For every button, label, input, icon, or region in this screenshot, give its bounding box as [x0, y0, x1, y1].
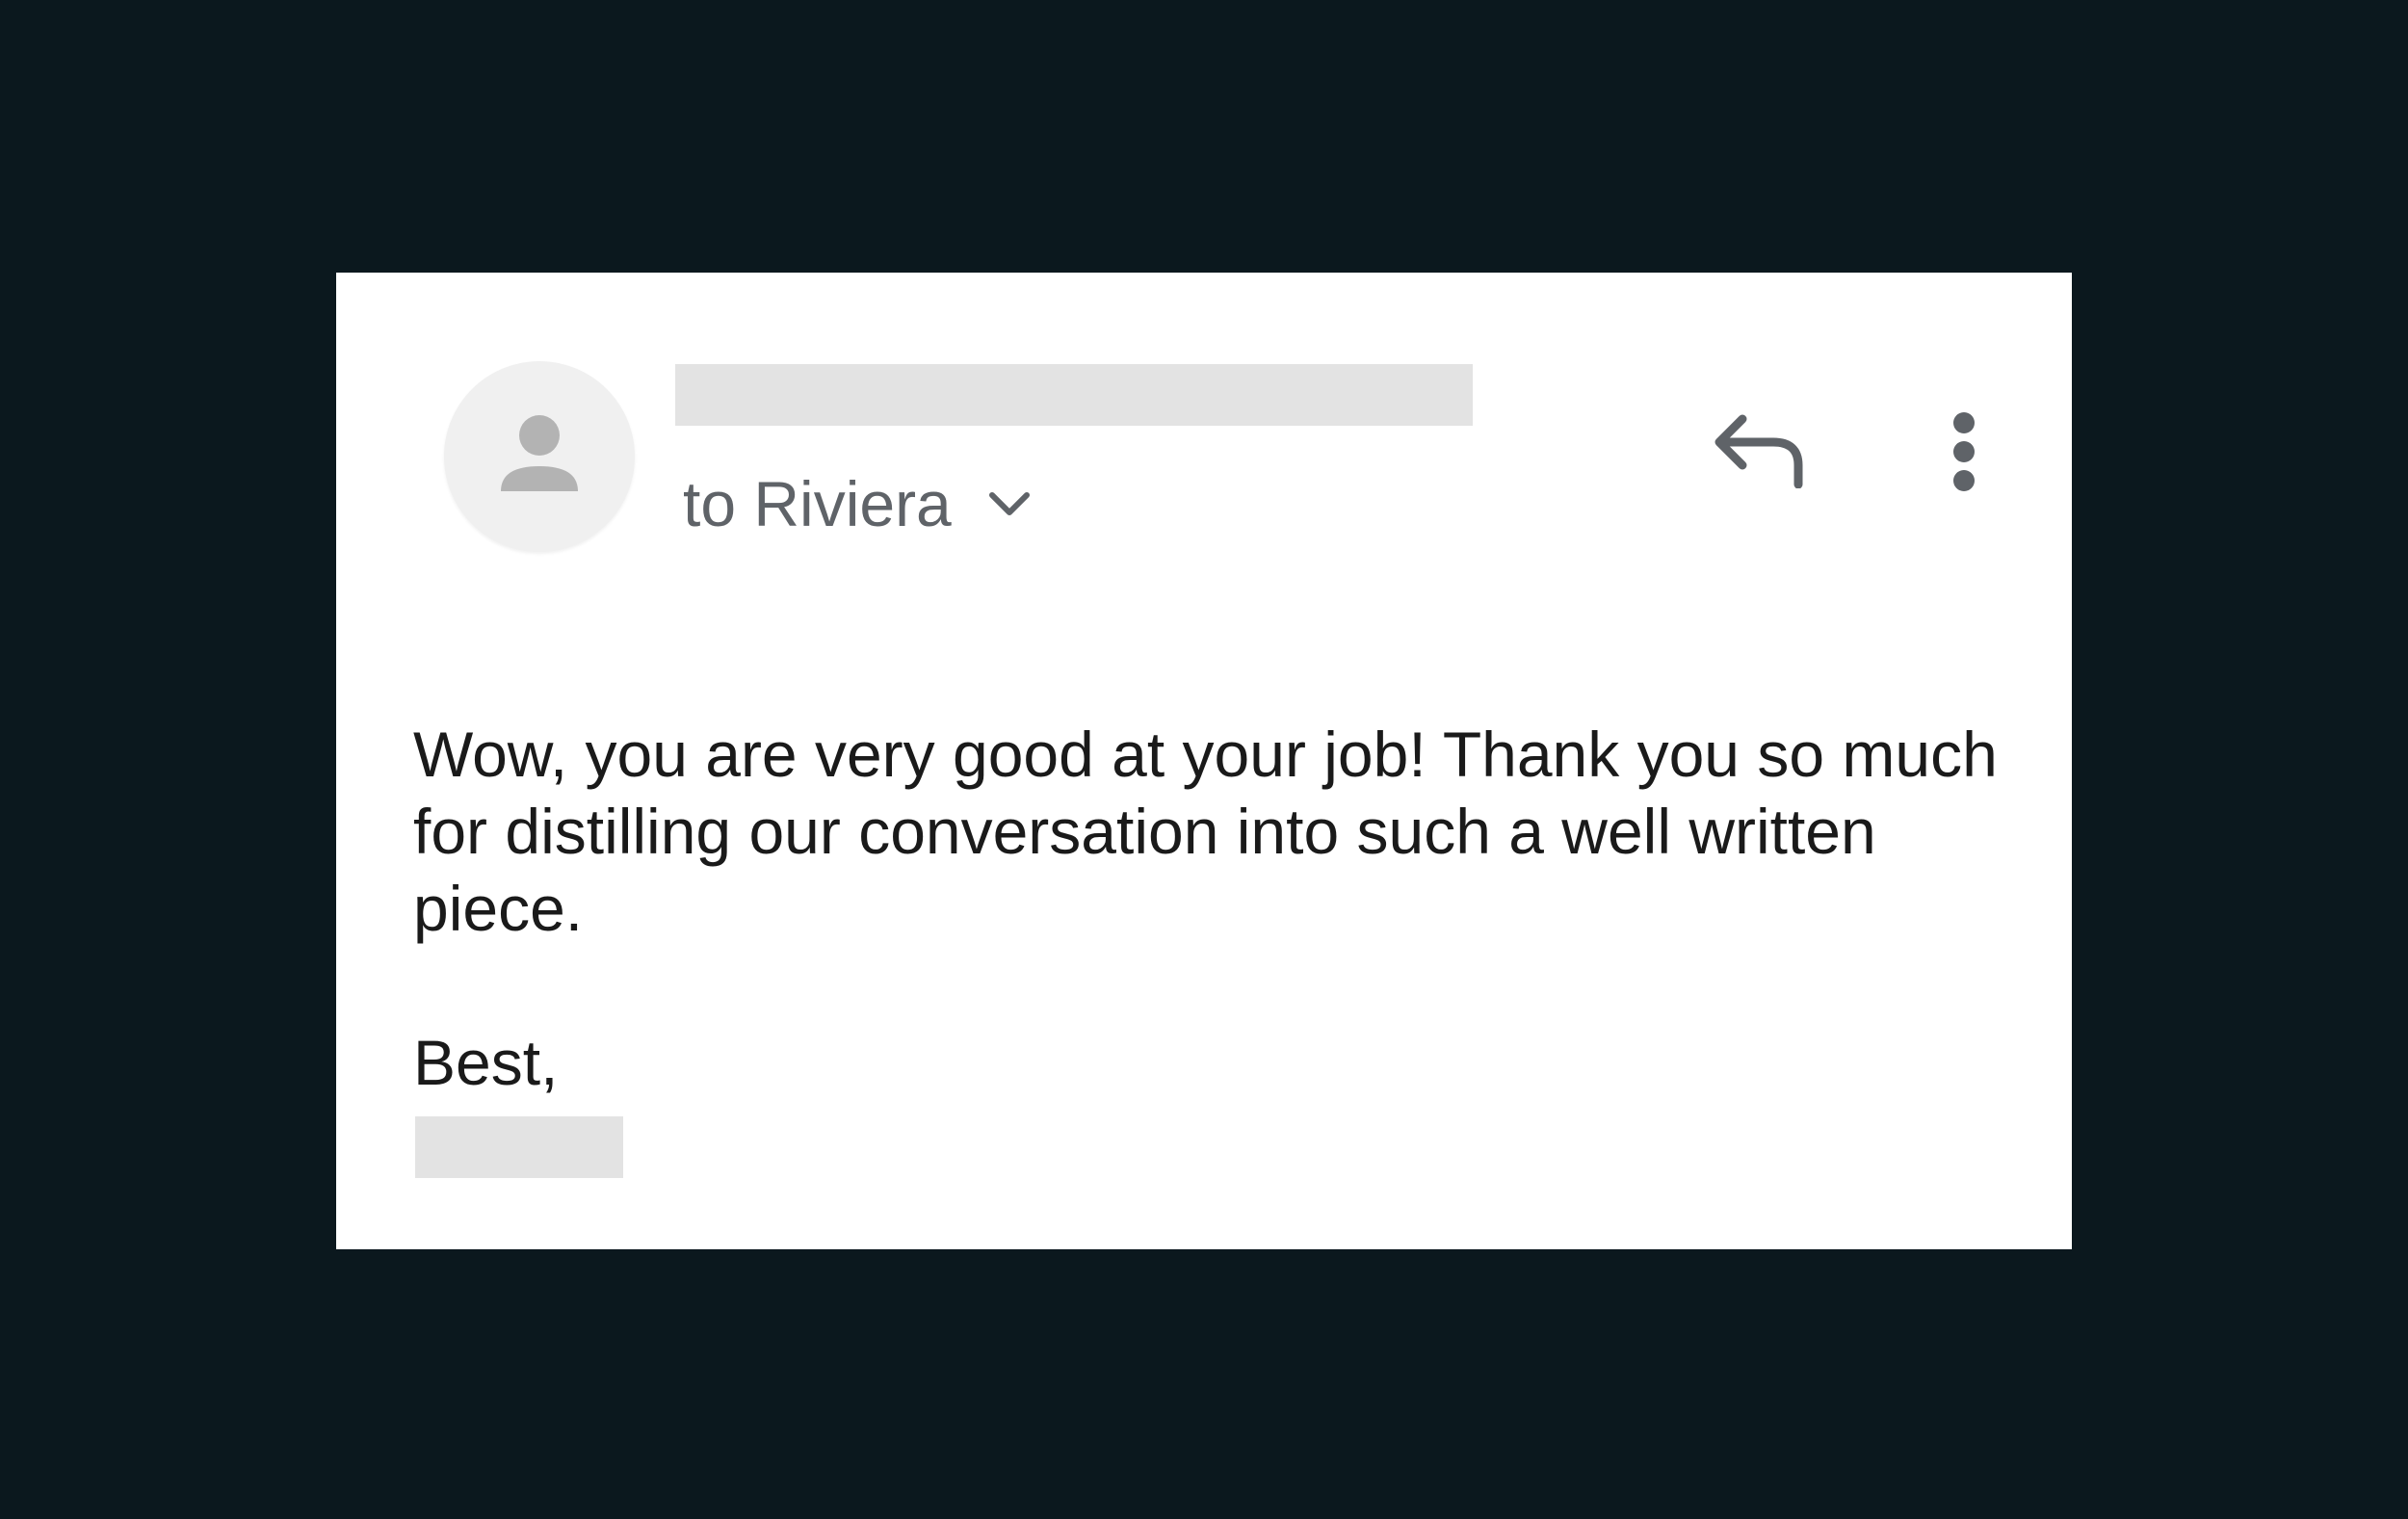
more-options-button[interactable] [1935, 407, 1993, 500]
reply-icon [1714, 411, 1806, 493]
chevron-down-icon[interactable] [988, 490, 1031, 517]
email-closing: Best, [413, 1027, 559, 1098]
more-vert-icon [1952, 411, 1976, 497]
person-icon [499, 414, 580, 499]
page: to Riviera Wow, you are very good at you… [0, 0, 2408, 1519]
recipient-details-toggle[interactable]: to Riviera [683, 465, 1031, 542]
recipient-label: to Riviera [683, 468, 952, 539]
email-card: to Riviera Wow, you are very good at you… [336, 273, 2072, 1249]
sender-name-redacted [675, 364, 1473, 426]
reply-button[interactable] [1712, 410, 1808, 493]
signature-name-redacted [415, 1116, 623, 1178]
email-body: Wow, you are very good at your job! Than… [413, 719, 1998, 944]
sender-avatar [444, 361, 635, 552]
